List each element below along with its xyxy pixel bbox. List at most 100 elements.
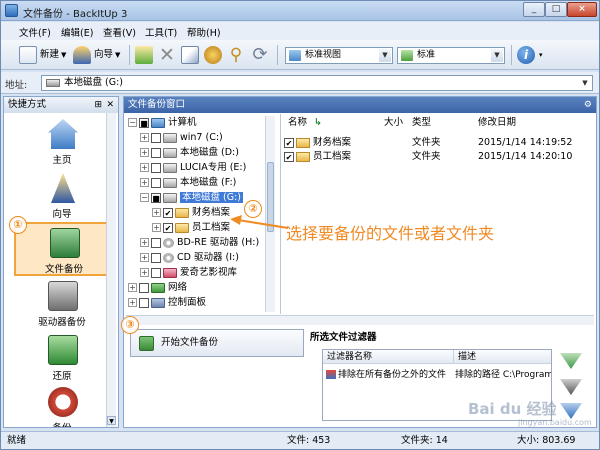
wizard-icon[interactable] xyxy=(73,46,91,64)
scroll-down-icon[interactable]: ▼ xyxy=(107,416,116,425)
list-item[interactable]: ✔ 财务档案 文件夹 2015/1/14 14:19:52 xyxy=(284,136,594,150)
chevron-down-icon[interactable]: ▼ xyxy=(379,49,391,62)
filter-column-desc[interactable]: 描述 xyxy=(453,350,551,364)
shortcut-home[interactable]: 主页 xyxy=(14,119,110,166)
checkbox[interactable]: ■ xyxy=(139,117,149,128)
menu-view[interactable]: 查看(V) xyxy=(103,25,136,39)
tree-node[interactable]: + 本地磁盘 (F:) xyxy=(140,176,236,190)
column-header-name[interactable]: 名称 xyxy=(288,116,307,130)
expand-icon[interactable]: + xyxy=(140,238,149,247)
tree-node[interactable]: + 控制面板 xyxy=(128,296,206,310)
search-icon[interactable]: ⚲ xyxy=(227,46,245,64)
view-select[interactable]: 标准视图 ▼ xyxy=(285,47,393,64)
toolbar-overflow-icon[interactable]: ▾ xyxy=(539,46,543,64)
properties-icon[interactable] xyxy=(204,46,222,64)
start-file-backup-button[interactable]: 开始文件备份 xyxy=(130,329,304,357)
tree-node[interactable]: + LUCIA专用 (E:) xyxy=(140,161,246,175)
collapse-icon[interactable]: − xyxy=(140,193,149,202)
wizard-dropdown-icon[interactable]: ▼ xyxy=(115,46,120,64)
tree-node-selected[interactable]: − ■ 本地磁盘 (G:) xyxy=(140,191,243,205)
tree-node[interactable]: + ✔ 财务档案 xyxy=(152,206,230,220)
chevron-down-icon[interactable]: ▼ xyxy=(579,76,591,90)
tree-node[interactable]: + 爱奇艺影视库 xyxy=(140,266,237,280)
checkbox[interactable]: ✔ xyxy=(163,222,173,233)
shortcut-panel: 快捷方式 ⊞ ✕ 主页 向导 文件备份 驱动器备份 还原 备份 ▼ xyxy=(3,96,119,428)
tree-node[interactable]: + win7 (C:) xyxy=(140,131,223,145)
list-item[interactable]: ✔ 员工档案 文件夹 2015/1/14 14:20:10 xyxy=(284,150,594,164)
open-folder-icon[interactable] xyxy=(135,46,153,64)
edit-filter-icon[interactable] xyxy=(560,379,582,395)
checkbox[interactable] xyxy=(151,132,161,143)
tree-node[interactable]: + CD 驱动器 (I:) xyxy=(140,251,239,265)
filter-column-name[interactable]: 过滤器名称 xyxy=(323,350,453,364)
new-button[interactable]: 新建 xyxy=(40,46,59,64)
checkbox[interactable]: ■ xyxy=(151,192,161,203)
checkbox[interactable]: ✔ xyxy=(284,137,294,148)
column-header-type[interactable]: 类型 xyxy=(412,116,431,130)
checkbox[interactable] xyxy=(151,267,161,278)
expand-icon[interactable]: + xyxy=(140,253,149,262)
expand-icon[interactable]: + xyxy=(140,163,149,172)
remove-filter-icon[interactable] xyxy=(560,403,582,419)
info-icon[interactable]: i xyxy=(517,46,535,64)
shortcut-drive-backup[interactable]: 驱动器备份 xyxy=(14,281,110,328)
checkbox[interactable]: ✔ xyxy=(284,151,294,162)
expand-icon[interactable]: + xyxy=(140,148,149,157)
tree-node[interactable]: + 本地磁盘 (D:) xyxy=(140,146,239,160)
checkbox[interactable] xyxy=(151,147,161,158)
menu-file[interactable]: 文件(F) xyxy=(19,25,51,39)
file-list: 名称 ↳ 大小 类型 修改日期 ✔ 财务档案 文件夹 2015/1/14 14:1… xyxy=(282,116,594,312)
close-icon[interactable]: ✕ xyxy=(106,97,114,113)
refresh-icon[interactable]: ⟳ xyxy=(251,46,269,64)
expand-icon[interactable]: + xyxy=(140,178,149,187)
address-input[interactable]: 本地磁盘 (G:) ▼ xyxy=(41,75,593,91)
expand-icon[interactable]: + xyxy=(140,268,149,277)
tree-node[interactable]: − ■ 计算机 xyxy=(128,116,197,130)
column-header-size[interactable]: 大小 xyxy=(384,116,403,130)
mode-select[interactable]: 标准 ▼ xyxy=(397,47,505,64)
wizard-button[interactable]: 向导 xyxy=(94,46,113,64)
checkbox[interactable] xyxy=(151,162,161,173)
tree-node[interactable]: + ✔ 员工档案 xyxy=(152,221,230,235)
checkbox[interactable] xyxy=(151,252,161,263)
chevron-down-icon[interactable]: ▼ xyxy=(491,49,503,62)
pin-icon[interactable]: ⊞ xyxy=(94,97,102,113)
expand-icon[interactable]: + xyxy=(152,208,161,217)
shortcut-scrollbar[interactable]: ▼ xyxy=(106,113,116,427)
menu-tools[interactable]: 工具(T) xyxy=(145,25,177,39)
shortcut-file-backup[interactable]: 文件备份 xyxy=(14,222,110,276)
expand-icon[interactable]: + xyxy=(128,298,137,307)
expand-icon[interactable]: + xyxy=(128,283,137,292)
address-label: 地址: xyxy=(5,80,28,91)
tree-label: 网络 xyxy=(168,282,188,293)
add-filter-icon[interactable] xyxy=(560,353,582,369)
shortcut-wizard[interactable]: 向导 xyxy=(14,173,110,220)
expand-icon[interactable]: + xyxy=(140,133,149,142)
folder-icon xyxy=(175,207,189,218)
menu-edit[interactable]: 编辑(E) xyxy=(61,25,93,39)
tree-node[interactable]: + BD-RE 驱动器 (H:) xyxy=(140,236,259,250)
checkbox[interactable] xyxy=(139,282,149,293)
start-backup-label: 开始文件备份 xyxy=(161,337,219,348)
expand-icon[interactable]: + xyxy=(152,223,161,232)
new-doc-icon[interactable] xyxy=(19,46,37,64)
minimize-button[interactable]: _ xyxy=(523,2,545,17)
menu-help[interactable]: 帮助(H) xyxy=(187,25,221,39)
panel-options-icon[interactable]: ⚙ xyxy=(584,97,592,113)
edit-icon[interactable] xyxy=(181,46,199,64)
checkbox[interactable] xyxy=(151,237,161,248)
delete-icon[interactable]: ✕ xyxy=(158,46,176,65)
shortcut-restore[interactable]: 还原 xyxy=(14,335,110,382)
horizontal-scrollbar[interactable] xyxy=(126,315,594,325)
collapse-icon[interactable]: − xyxy=(128,118,137,127)
shortcut-schedule[interactable]: 备份 xyxy=(14,387,110,427)
checkbox[interactable] xyxy=(139,297,149,308)
checkbox[interactable]: ✔ xyxy=(163,207,173,218)
maximize-button[interactable]: □ xyxy=(545,2,567,17)
filter-row[interactable]: 排除在所有备份之外的文件 xyxy=(326,368,453,382)
tree-node[interactable]: + 网络 xyxy=(128,281,187,295)
checkbox[interactable] xyxy=(151,177,161,188)
new-dropdown-icon[interactable]: ▼ xyxy=(61,46,66,64)
close-button[interactable]: × xyxy=(567,2,597,17)
column-header-date[interactable]: 修改日期 xyxy=(478,116,516,130)
